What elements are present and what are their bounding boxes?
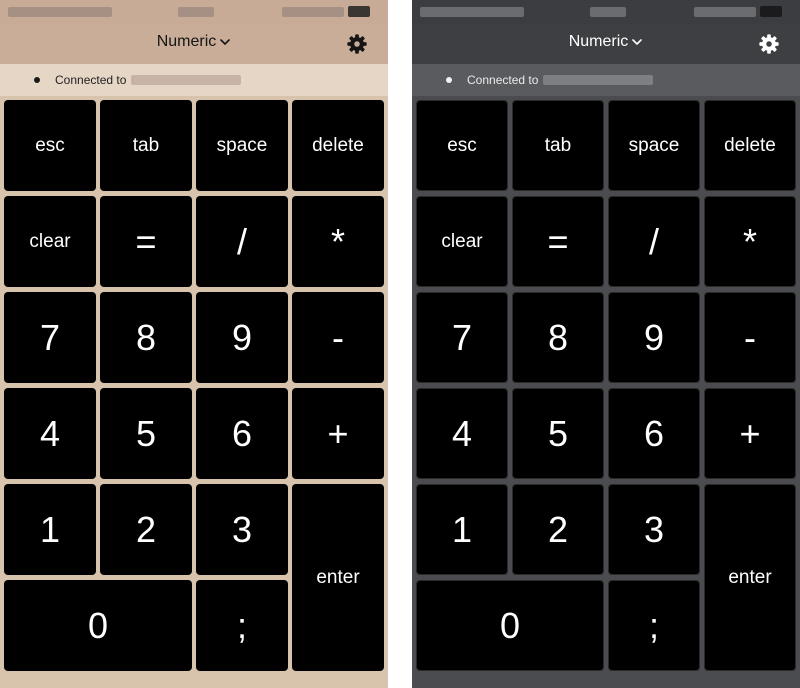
gear-icon[interactable]: [346, 33, 368, 55]
key-0[interactable]: 0: [416, 580, 604, 671]
connection-status-bar: Connected to: [0, 64, 388, 96]
status-time-redacted: [590, 7, 626, 17]
connection-status-bar: Connected to: [412, 64, 800, 96]
key-1[interactable]: 1: [4, 484, 96, 575]
gear-icon[interactable]: [758, 33, 780, 55]
keypad-panel-light: Numeric Connected to esc tab space delet…: [0, 0, 388, 688]
key-delete[interactable]: delete: [292, 100, 384, 191]
chevron-down-icon: [632, 39, 643, 45]
key-equals[interactable]: =: [100, 196, 192, 287]
keypad-panel-dark: Numeric Connected to esc tab space delet…: [412, 0, 800, 688]
key-space[interactable]: space: [608, 100, 700, 191]
mode-label: Numeric: [156, 33, 217, 50]
connection-indicator-dot: [34, 77, 40, 83]
key-enter[interactable]: enter: [704, 484, 796, 671]
key-asterisk[interactable]: *: [292, 196, 384, 287]
status-carrier-redacted: [420, 7, 524, 17]
key-esc[interactable]: esc: [4, 100, 96, 191]
key-slash[interactable]: /: [196, 196, 288, 287]
key-6[interactable]: 6: [608, 388, 700, 479]
key-equals[interactable]: =: [512, 196, 604, 287]
key-tab[interactable]: tab: [100, 100, 192, 191]
key-4[interactable]: 4: [416, 388, 508, 479]
key-8[interactable]: 8: [512, 292, 604, 383]
connection-label: Connected to: [467, 73, 539, 87]
key-2[interactable]: 2: [512, 484, 604, 575]
key-0[interactable]: 0: [4, 580, 192, 671]
key-enter[interactable]: enter: [292, 484, 384, 671]
chevron-down-icon: [220, 39, 231, 45]
mode-selector[interactable]: Numeric: [134, 33, 254, 51]
key-minus[interactable]: -: [704, 292, 796, 383]
key-6[interactable]: 6: [196, 388, 288, 479]
status-bar: [412, 0, 800, 24]
connection-label: Connected to: [55, 73, 127, 87]
key-7[interactable]: 7: [4, 292, 96, 383]
key-9[interactable]: 9: [608, 292, 700, 383]
key-1[interactable]: 1: [416, 484, 508, 575]
key-3[interactable]: 3: [196, 484, 288, 575]
key-7[interactable]: 7: [416, 292, 508, 383]
key-semicolon[interactable]: ;: [196, 580, 288, 671]
key-8[interactable]: 8: [100, 292, 192, 383]
key-3[interactable]: 3: [608, 484, 700, 575]
key-minus[interactable]: -: [292, 292, 384, 383]
key-slash[interactable]: /: [608, 196, 700, 287]
key-asterisk[interactable]: *: [704, 196, 796, 287]
status-bar: [0, 0, 388, 24]
key-plus[interactable]: +: [292, 388, 384, 479]
status-icons-redacted: [694, 7, 756, 17]
key-delete[interactable]: delete: [704, 100, 796, 191]
battery-icon: [760, 6, 782, 17]
navigation-bar: Numeric: [412, 24, 800, 64]
device-name-redacted: [131, 75, 241, 85]
key-plus[interactable]: +: [704, 388, 796, 479]
mode-label: Numeric: [568, 33, 629, 50]
connection-indicator-dot: [446, 77, 452, 83]
key-5[interactable]: 5: [100, 388, 192, 479]
status-carrier-redacted: [8, 7, 112, 17]
key-semicolon[interactable]: ;: [608, 580, 700, 671]
status-icons-redacted: [282, 7, 344, 17]
key-clear[interactable]: clear: [4, 196, 96, 287]
battery-icon: [348, 6, 370, 17]
device-name-redacted: [543, 75, 653, 85]
key-esc[interactable]: esc: [416, 100, 508, 191]
key-clear[interactable]: clear: [416, 196, 508, 287]
navigation-bar: Numeric: [0, 24, 388, 64]
mode-selector[interactable]: Numeric: [546, 33, 666, 51]
key-2[interactable]: 2: [100, 484, 192, 575]
key-4[interactable]: 4: [4, 388, 96, 479]
key-5[interactable]: 5: [512, 388, 604, 479]
key-tab[interactable]: tab: [512, 100, 604, 191]
key-9[interactable]: 9: [196, 292, 288, 383]
key-space[interactable]: space: [196, 100, 288, 191]
status-time-redacted: [178, 7, 214, 17]
